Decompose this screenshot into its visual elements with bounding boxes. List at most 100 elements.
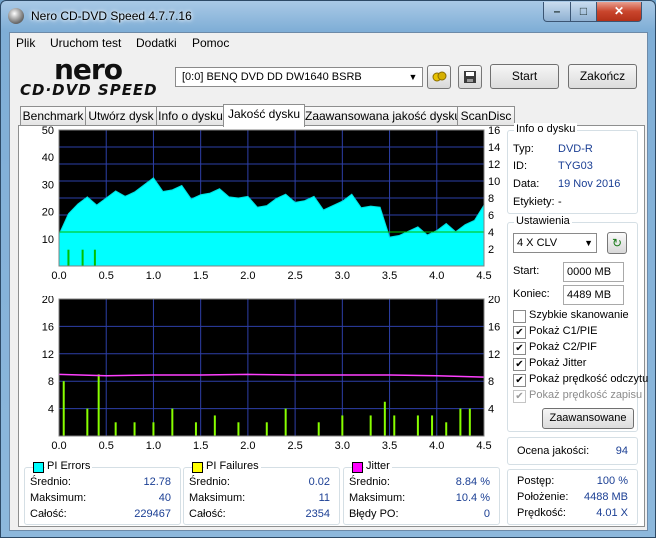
x-tick-label: 3.0	[335, 440, 350, 452]
checkbox-label-3: Pokaż Jitter	[529, 357, 587, 369]
y-right-tick-label: 8	[488, 193, 494, 205]
start-button[interactable]: Start	[490, 64, 559, 89]
tab-advanced-quality[interactable]: Zaawansowana jakość dysku	[304, 106, 461, 126]
jitter-avg-label: Średnio:	[349, 476, 390, 488]
pi-errors-total-label: Całość:	[30, 508, 67, 520]
x-tick-label: 0.5	[99, 270, 114, 282]
x-tick-label: 1.0	[146, 440, 161, 452]
disc-quality-panel: 0.0 0.5 1.0 1.5 2.0 2.5 3.0 3.5 4.0 4.5 2 4 6 8 10 12 14…	[18, 123, 648, 527]
checkbox-4[interactable]: ✔	[513, 374, 526, 387]
maximize-button[interactable]: □	[570, 2, 597, 22]
disc-type-value: DVD-R	[558, 143, 593, 155]
checkbox-1[interactable]: ✔	[513, 326, 526, 339]
pi-errors-avg-value: 12.78	[143, 476, 171, 488]
pi-failures-max-label: Maksimum:	[189, 492, 246, 504]
y-left-tick-label: 16	[42, 321, 54, 333]
x-tick-label: 1.5	[193, 270, 208, 282]
y-left-tick-label: 10	[42, 234, 54, 246]
x-tick-label: 0.0	[51, 440, 66, 452]
tab-scandisc[interactable]: ScanDisc	[457, 106, 515, 126]
y-right-tick-label: 12	[488, 349, 500, 361]
window-title: Nero CD-DVD Speed 4.7.7.16	[31, 9, 192, 23]
quality-score-value: 94	[615, 445, 628, 457]
end-label: Koniec:	[513, 288, 550, 300]
end-input[interactable]: 4489 MB	[563, 285, 624, 305]
x-tick-label: 2.5	[287, 270, 302, 282]
eject-refresh-icon	[432, 71, 447, 82]
pi-failures-avg-label: Średnio:	[189, 476, 230, 488]
x-tick-label: 4.0	[429, 440, 444, 452]
x-tick-label: 2.0	[240, 270, 255, 282]
speed-select[interactable]: 4 X CLV ▼	[513, 233, 597, 253]
plot-background	[59, 299, 484, 436]
title-bar[interactable]: Nero CD-DVD Speed 4.7.7.16 – □ ✕	[1, 1, 655, 31]
pi-errors-max-label: Maksimum:	[30, 492, 87, 504]
x-tick-label: 0.0	[51, 270, 66, 282]
menu-help[interactable]: Pomoc	[192, 36, 229, 50]
quality-score-label: Ocena jakości:	[517, 445, 590, 457]
x-tick-label: 4.5	[476, 440, 491, 452]
settings-group: Ustawienia 4 X CLV ▼ ↻ Start: 0000 MB Ko…	[507, 215, 648, 432]
jitter-swatch	[352, 462, 363, 473]
minimize-button[interactable]: –	[543, 2, 571, 22]
y-left-tick-label: 40	[42, 152, 54, 164]
checkbox-label-2: Pokaż C2/PIF	[529, 341, 597, 353]
jitter-max-label: Maksimum:	[349, 492, 406, 504]
x-tick-label: 2.5	[287, 440, 302, 452]
jitter-title: Jitter	[364, 460, 392, 472]
tab-benchmark[interactable]: Benchmark	[20, 106, 86, 126]
refresh-icon: ↻	[611, 236, 623, 250]
y-right-tick-label: 20	[488, 296, 500, 306]
y-right-tick-label: 16	[488, 321, 500, 333]
checkbox-label-0: Szybkie skanowanie	[529, 309, 629, 321]
save-icon	[464, 71, 476, 83]
y-right-tick-label: 10	[488, 176, 500, 188]
y-left-tick-label: 4	[48, 404, 54, 416]
tab-disc-info[interactable]: Info o dysku	[156, 106, 225, 126]
tab-disc-quality[interactable]: Jakość dysku	[223, 104, 305, 127]
checkbox-0[interactable]	[513, 310, 526, 323]
drive-select-value: [0:0] BENQ DVD DD DW1640 BSRB	[182, 71, 362, 83]
y-right-tick-label: 14	[488, 142, 500, 154]
position-value: 4488 MB	[583, 491, 628, 503]
menu-run-test[interactable]: Uruchom test	[50, 36, 121, 50]
close-button[interactable]: ✕	[596, 2, 642, 22]
client-area: Plik Uruchom test Dodatki Pomoc nero CD·…	[9, 32, 648, 531]
tab-create-disc[interactable]: Utwórz dysk	[85, 106, 157, 126]
chevron-down-icon: ▼	[408, 72, 418, 82]
refresh-speed-button[interactable]: ↻	[607, 232, 627, 254]
pi-errors-title: PI Errors	[45, 460, 93, 472]
disc-info-group: Info o dysku Typ: DVD-R ID: TYG03 Data: …	[507, 123, 638, 214]
pi-errors-avg-label: Średnio:	[30, 476, 71, 488]
x-tick-label: 3.0	[335, 270, 350, 282]
po-errors-label: Błędy PO:	[349, 508, 399, 520]
disc-date-value: 19 Nov 2016	[558, 178, 621, 190]
pi-failures-total-label: Całość:	[189, 508, 226, 520]
settings-title: Ustawienia	[514, 215, 572, 227]
checkbox-label-4: Pokaż prędkość odczytu	[529, 373, 649, 385]
pi-failures-title: PI Failures	[204, 460, 261, 472]
menu-file[interactable]: Plik	[16, 36, 35, 50]
eject-refresh-button[interactable]	[427, 65, 451, 89]
x-tick-label: 1.0	[146, 270, 161, 282]
start-input[interactable]: 0000 MB	[563, 262, 624, 282]
advanced-button[interactable]: Zaawansowane	[542, 408, 634, 429]
drive-select[interactable]: [0:0] BENQ DVD DD DW1640 BSRB ▼	[175, 67, 423, 87]
y-left-tick-label: 30	[42, 179, 54, 191]
menu-bar: Plik Uruchom test Dodatki Pomoc	[10, 33, 647, 53]
checkbox-3[interactable]: ✔	[513, 358, 526, 371]
finish-button[interactable]: Zakończ	[568, 64, 637, 89]
pi-errors-chart: 0.0 0.5 1.0 1.5 2.0 2.5 3.0 3.5 4.0 4.5 2 4 6 8 10 12 14…	[19, 125, 507, 294]
checkbox-2[interactable]: ✔	[513, 342, 526, 355]
position-label: Położenie:	[517, 491, 569, 503]
app-icon	[8, 8, 24, 24]
pi-failures-swatch	[192, 462, 203, 473]
y-right-tick-label: 4	[488, 227, 494, 239]
po-errors-value: 0	[483, 508, 490, 520]
menu-extras[interactable]: Dodatki	[136, 36, 177, 50]
start-label: Start:	[513, 265, 540, 277]
y-right-tick-label: 6	[488, 210, 494, 222]
save-button[interactable]	[458, 65, 482, 89]
disc-date-label: Data:	[513, 178, 540, 190]
speed-label: Prędkość:	[517, 507, 566, 519]
